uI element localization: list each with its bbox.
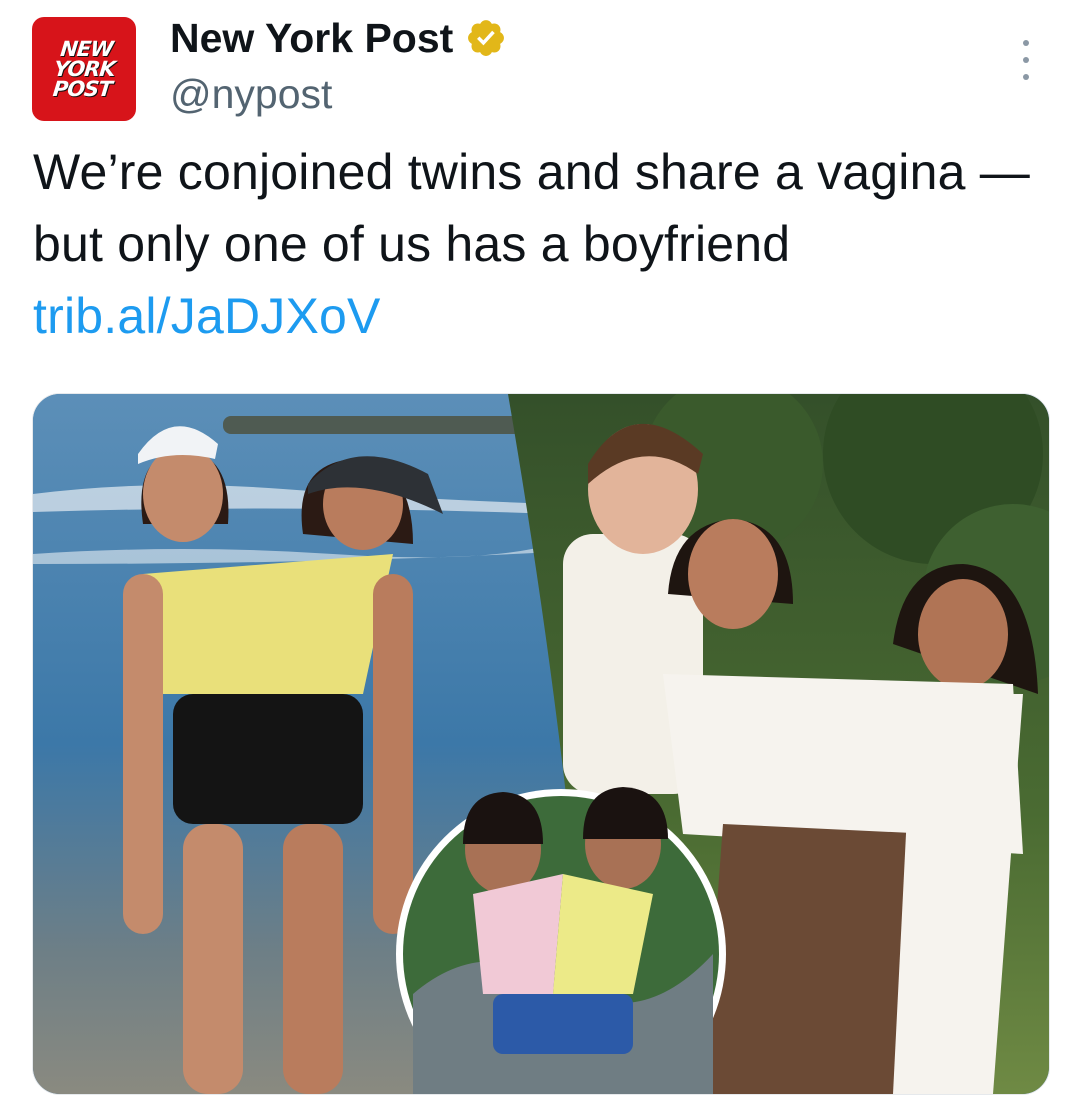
logo-line-2: YORK [52, 57, 116, 81]
name-row: New York Post [170, 14, 507, 62]
display-name[interactable]: New York Post [170, 14, 453, 62]
dot [1023, 57, 1029, 63]
verified-badge-icon [468, 20, 505, 56]
logo-line-3: POST [51, 77, 113, 101]
tweet-body: We’re conjoined twins and share a vagina… [33, 144, 1030, 272]
tweet-text: We’re conjoined twins and share a vagina… [33, 136, 1033, 352]
nypost-logo: NEW YORK POST [50, 37, 117, 101]
tweet-media-image[interactable] [32, 393, 1050, 1095]
account-avatar[interactable]: NEW YORK POST [32, 17, 136, 121]
logo-line-1: NEW [58, 37, 114, 61]
dot [1023, 40, 1029, 46]
more-options-icon[interactable] [1010, 40, 1042, 80]
dot [1023, 74, 1029, 80]
tweet-link[interactable]: trib.al/JaDJXoV [33, 288, 381, 344]
account-handle[interactable]: @nypost [170, 70, 332, 118]
photo-collage-illustration [33, 394, 1049, 1094]
